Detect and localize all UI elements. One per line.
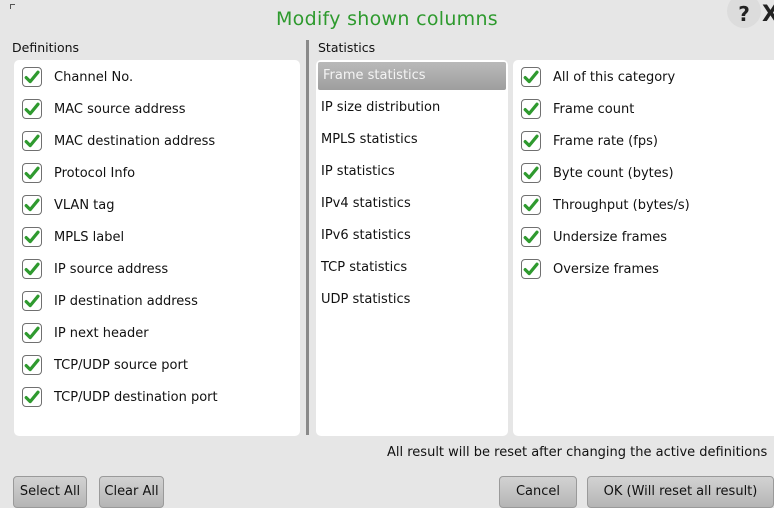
checkbox[interactable] (22, 355, 42, 375)
definition-item-label: MAC destination address (54, 133, 216, 149)
definition-item-row[interactable]: VLAN tag (22, 192, 115, 218)
check-icon (522, 164, 540, 182)
definition-item-row[interactable]: MAC source address (22, 96, 185, 122)
definition-item-label: MPLS label (54, 229, 125, 245)
category-item[interactable]: IP size distribution (316, 94, 502, 122)
stat-option-row[interactable]: All of this category (521, 64, 675, 90)
check-icon (522, 196, 540, 214)
checkbox[interactable] (521, 67, 541, 87)
definition-item-row[interactable]: Channel No. (22, 64, 133, 90)
category-item[interactable]: UDP statistics (316, 286, 502, 314)
definition-item-label: IP source address (54, 261, 169, 277)
definition-item-row[interactable]: MAC destination address (22, 128, 215, 154)
definitions-panel: Channel No. MAC source address MAC destina… (14, 60, 300, 436)
check-icon (23, 356, 41, 374)
checkbox[interactable] (22, 67, 42, 87)
checkbox[interactable] (521, 99, 541, 119)
category-item[interactable]: IPv4 statistics (316, 190, 502, 218)
check-icon (522, 100, 540, 118)
check-icon (23, 260, 41, 278)
definition-item-label: Protocol Info (54, 165, 136, 181)
dialog-title: Modify shown columns (275, 8, 499, 30)
stat-option-label: Oversize frames (553, 261, 659, 277)
stat-option-label: Frame rate (fps) (553, 133, 658, 149)
checkbox[interactable] (22, 259, 42, 279)
definition-item-row[interactable]: TCP/UDP destination port (22, 384, 218, 410)
stat-option-label: Undersize frames (553, 229, 668, 245)
statistics-category-list: Frame statistics IP size distribution MPLS… (316, 60, 508, 436)
check-icon (23, 292, 41, 310)
stat-option-row[interactable]: Byte count (bytes) (521, 160, 674, 186)
stat-option-row[interactable]: Throughput (bytes/s) (521, 192, 690, 218)
definition-item-row[interactable]: MPLS label (22, 224, 124, 250)
check-icon (522, 260, 540, 278)
definitions-label: Definitions (12, 40, 80, 55)
category-item[interactable]: IPv6 statistics (316, 222, 502, 250)
checkbox[interactable] (22, 99, 42, 119)
check-icon (23, 132, 41, 150)
select-all-button[interactable]: Select All (13, 476, 87, 508)
definition-item-row[interactable]: IP source address (22, 256, 168, 282)
cancel-button[interactable]: Cancel (499, 476, 577, 508)
checkbox[interactable] (521, 163, 541, 183)
check-icon (522, 132, 540, 150)
category-item[interactable]: TCP statistics (316, 254, 502, 282)
stat-option-row[interactable]: Frame count (521, 96, 634, 122)
checkbox[interactable] (22, 387, 42, 407)
check-icon (23, 196, 41, 214)
check-icon (23, 388, 41, 406)
checkbox[interactable] (22, 227, 42, 247)
category-item[interactable]: Frame statistics (318, 62, 506, 90)
check-icon (522, 68, 540, 86)
stat-option-label: Frame count (553, 101, 635, 117)
stat-option-row[interactable]: Undersize frames (521, 224, 667, 250)
ok-button[interactable]: OK (Will reset all result) (587, 476, 774, 508)
checkbox[interactable] (521, 131, 541, 151)
checkbox[interactable] (22, 163, 42, 183)
check-icon (23, 100, 41, 118)
category-item[interactable]: IP statistics (316, 158, 502, 186)
definition-item-label: TCP/UDP source port (54, 357, 188, 373)
checkbox[interactable] (22, 291, 42, 311)
definition-item-label: Channel No. (54, 69, 134, 85)
stat-option-row[interactable]: Oversize frames (521, 256, 659, 282)
check-icon (23, 228, 41, 246)
reset-notice: All result will be reset after changing … (387, 445, 768, 460)
statistics-options-panel: All of this category Frame count Frame rat… (513, 60, 774, 436)
definition-item-label: TCP/UDP destination port (54, 389, 218, 405)
definition-item-label: MAC source address (54, 101, 186, 117)
stat-option-label: All of this category (553, 69, 676, 85)
check-icon (23, 324, 41, 342)
clear-all-button[interactable]: Clear All (99, 476, 164, 508)
checkbox[interactable] (521, 195, 541, 215)
definition-item-label: IP destination address (54, 293, 198, 309)
definition-item-row[interactable]: Protocol Info (22, 160, 135, 186)
statistics-label: Statistics (318, 40, 376, 55)
definition-item-label: IP next header (54, 325, 149, 341)
stat-option-label: Byte count (bytes) (553, 165, 674, 181)
definition-item-row[interactable]: IP destination address (22, 288, 198, 314)
checkbox[interactable] (521, 227, 541, 247)
checkbox[interactable] (22, 131, 42, 151)
close-icon[interactable]: X (762, 4, 774, 26)
category-item[interactable]: MPLS statistics (316, 126, 502, 154)
checkbox[interactable] (521, 259, 541, 279)
definition-item-row[interactable]: IP next header (22, 320, 149, 346)
check-icon (522, 228, 540, 246)
column-divider[interactable] (306, 40, 309, 435)
checkbox[interactable] (22, 323, 42, 343)
stat-option-row[interactable]: Frame rate (fps) (521, 128, 658, 154)
check-icon (23, 68, 41, 86)
check-icon (23, 164, 41, 182)
stat-option-label: Throughput (bytes/s) (553, 197, 690, 213)
checkbox[interactable] (22, 195, 42, 215)
definition-item-label: VLAN tag (54, 197, 115, 213)
definition-item-row[interactable]: TCP/UDP source port (22, 352, 188, 378)
